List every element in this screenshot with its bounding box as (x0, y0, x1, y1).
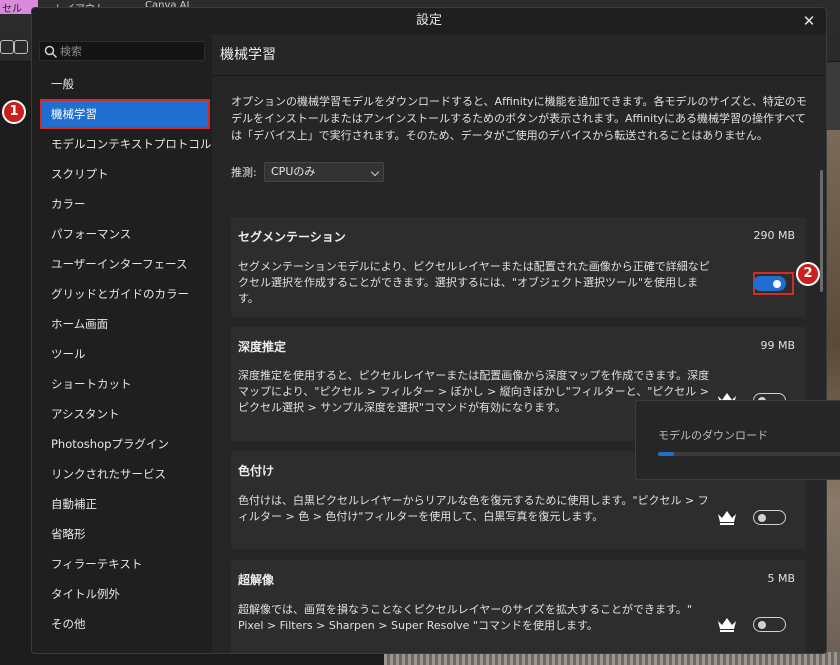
annotation-badge-1: 1 (2, 100, 26, 124)
toggle-knob (773, 279, 781, 288)
app-canvas-photo (826, 130, 840, 665)
inference-select[interactable]: CPUのみ (264, 162, 384, 182)
sidebar-item-performance[interactable]: パフォーマンス (40, 219, 210, 249)
close-icon: ✕ (802, 12, 816, 30)
inference-select-value: CPUのみ (271, 165, 316, 178)
settings-sidebar: 一般 機械学習 モデルコンテキストプロトコル スクリプト カラー パフォーマンス… (32, 34, 212, 653)
search-box[interactable] (39, 41, 205, 61)
model-size: 290 MB (753, 229, 795, 242)
chevron-down-icon (370, 167, 380, 177)
search-icon (44, 45, 58, 59)
download-progress-fill (658, 452, 674, 456)
sidebar-item-general[interactable]: 一般 (40, 69, 210, 99)
inference-label: 推測: (231, 166, 257, 179)
sidebar-item-shortcuts[interactable]: ショートカット (40, 369, 210, 399)
sidebar-item-user-interface[interactable]: ユーザーインターフェース (40, 249, 210, 279)
sidebar-item-color[interactable]: カラー (40, 189, 210, 219)
toggle-knob (758, 513, 766, 522)
sidebar-item-model-context-protocol[interactable]: モデルコンテキストプロトコル (40, 129, 211, 159)
model-description: セグメンテーションモデルにより、ピクセルレイヤーまたは配置された画像から正確で詳… (238, 260, 710, 305)
sidebar-item-auto-correct[interactable]: 自動補正 (40, 489, 210, 519)
model-toggle-colorize[interactable] (753, 510, 786, 525)
toolbar-tool-icon[interactable] (14, 40, 28, 54)
model-toggle-super-resolution[interactable] (753, 617, 786, 632)
download-label: モデルのダウンロード (658, 429, 768, 442)
crown-icon (718, 618, 736, 632)
model-card-segmentation: セグメンテーション 290 MB セグメンテーションモデルにより、ピクセルレイヤ… (231, 217, 806, 317)
crown-icon (718, 511, 736, 525)
toggle-knob (758, 620, 766, 629)
sidebar-item-machine-learning[interactable]: 機械学習 (40, 99, 210, 129)
close-button[interactable]: ✕ (800, 12, 818, 30)
sidebar-item-tools[interactable]: ツール (40, 339, 210, 369)
download-panel: モデルのダウンロード (635, 400, 840, 480)
model-title: セグメンテーション (238, 230, 346, 244)
page-title: 機械学習 (220, 47, 276, 63)
annotation-badge-2: 2 (796, 262, 820, 286)
sidebar-item-abbreviations[interactable]: 省略形 (40, 519, 210, 549)
sidebar-item-other[interactable]: その他 (40, 609, 210, 639)
model-description: 色付けは、白黒ピクセルレイヤーからリアルな色を復元するために使用します。"ピクセ… (238, 494, 709, 523)
divider (212, 75, 826, 76)
model-size: 99 MB (760, 339, 795, 352)
download-progress-track (658, 452, 840, 456)
search-input[interactable] (60, 43, 200, 59)
content-scrollbar[interactable] (820, 170, 823, 292)
sidebar-item-assistant[interactable]: アシスタント (40, 399, 210, 429)
model-title: 超解像 (238, 573, 275, 587)
model-description: 超解像では、画質を損なうことなくピクセルレイヤーのサイズを拡大することができます… (238, 603, 692, 632)
settings-content: 機械学習 オプションの機械学習モデルをダウンロードすると、Affinityに機能… (212, 34, 826, 653)
sidebar-item-photoshop-plugins[interactable]: Photoshopプラグイン (40, 429, 210, 459)
sidebar-item-grid-guide-colors[interactable]: グリッドとガイドのカラー (40, 279, 210, 309)
settings-nav: 一般 機械学習 モデルコンテキストプロトコル スクリプト カラー パフォーマンス… (40, 69, 211, 639)
intro-text: オプションの機械学習モデルをダウンロードすると、Affinityに機能を追加でき… (231, 95, 807, 142)
settings-dialog: 設定 ✕ 一般 機械学習 モデルコンテキストプロトコル スクリプト カラー パフ… (31, 7, 827, 654)
sidebar-item-title-exceptions[interactable]: タイトル例外 (40, 579, 210, 609)
model-size: 5 MB (767, 572, 795, 585)
sidebar-item-filler-text[interactable]: フィラーテキスト (40, 549, 210, 579)
sidebar-item-home-screen[interactable]: ホーム画面 (40, 309, 210, 339)
model-title: 深度推定 (238, 340, 287, 354)
toolbar-tool-icon[interactable] (0, 40, 14, 54)
model-card-super-resolution: 超解像 5 MB 超解像では、画質を損なうことなくピクセルレイヤーのサイズを拡大… (231, 560, 806, 653)
sidebar-item-scripts[interactable]: スクリプト (40, 159, 210, 189)
model-title: 色付け (238, 464, 275, 478)
model-toggle-segmentation[interactable] (753, 276, 786, 291)
dialog-title: 設定 (415, 13, 442, 28)
sidebar-item-linked-services[interactable]: リンクされたサービス (40, 459, 210, 489)
